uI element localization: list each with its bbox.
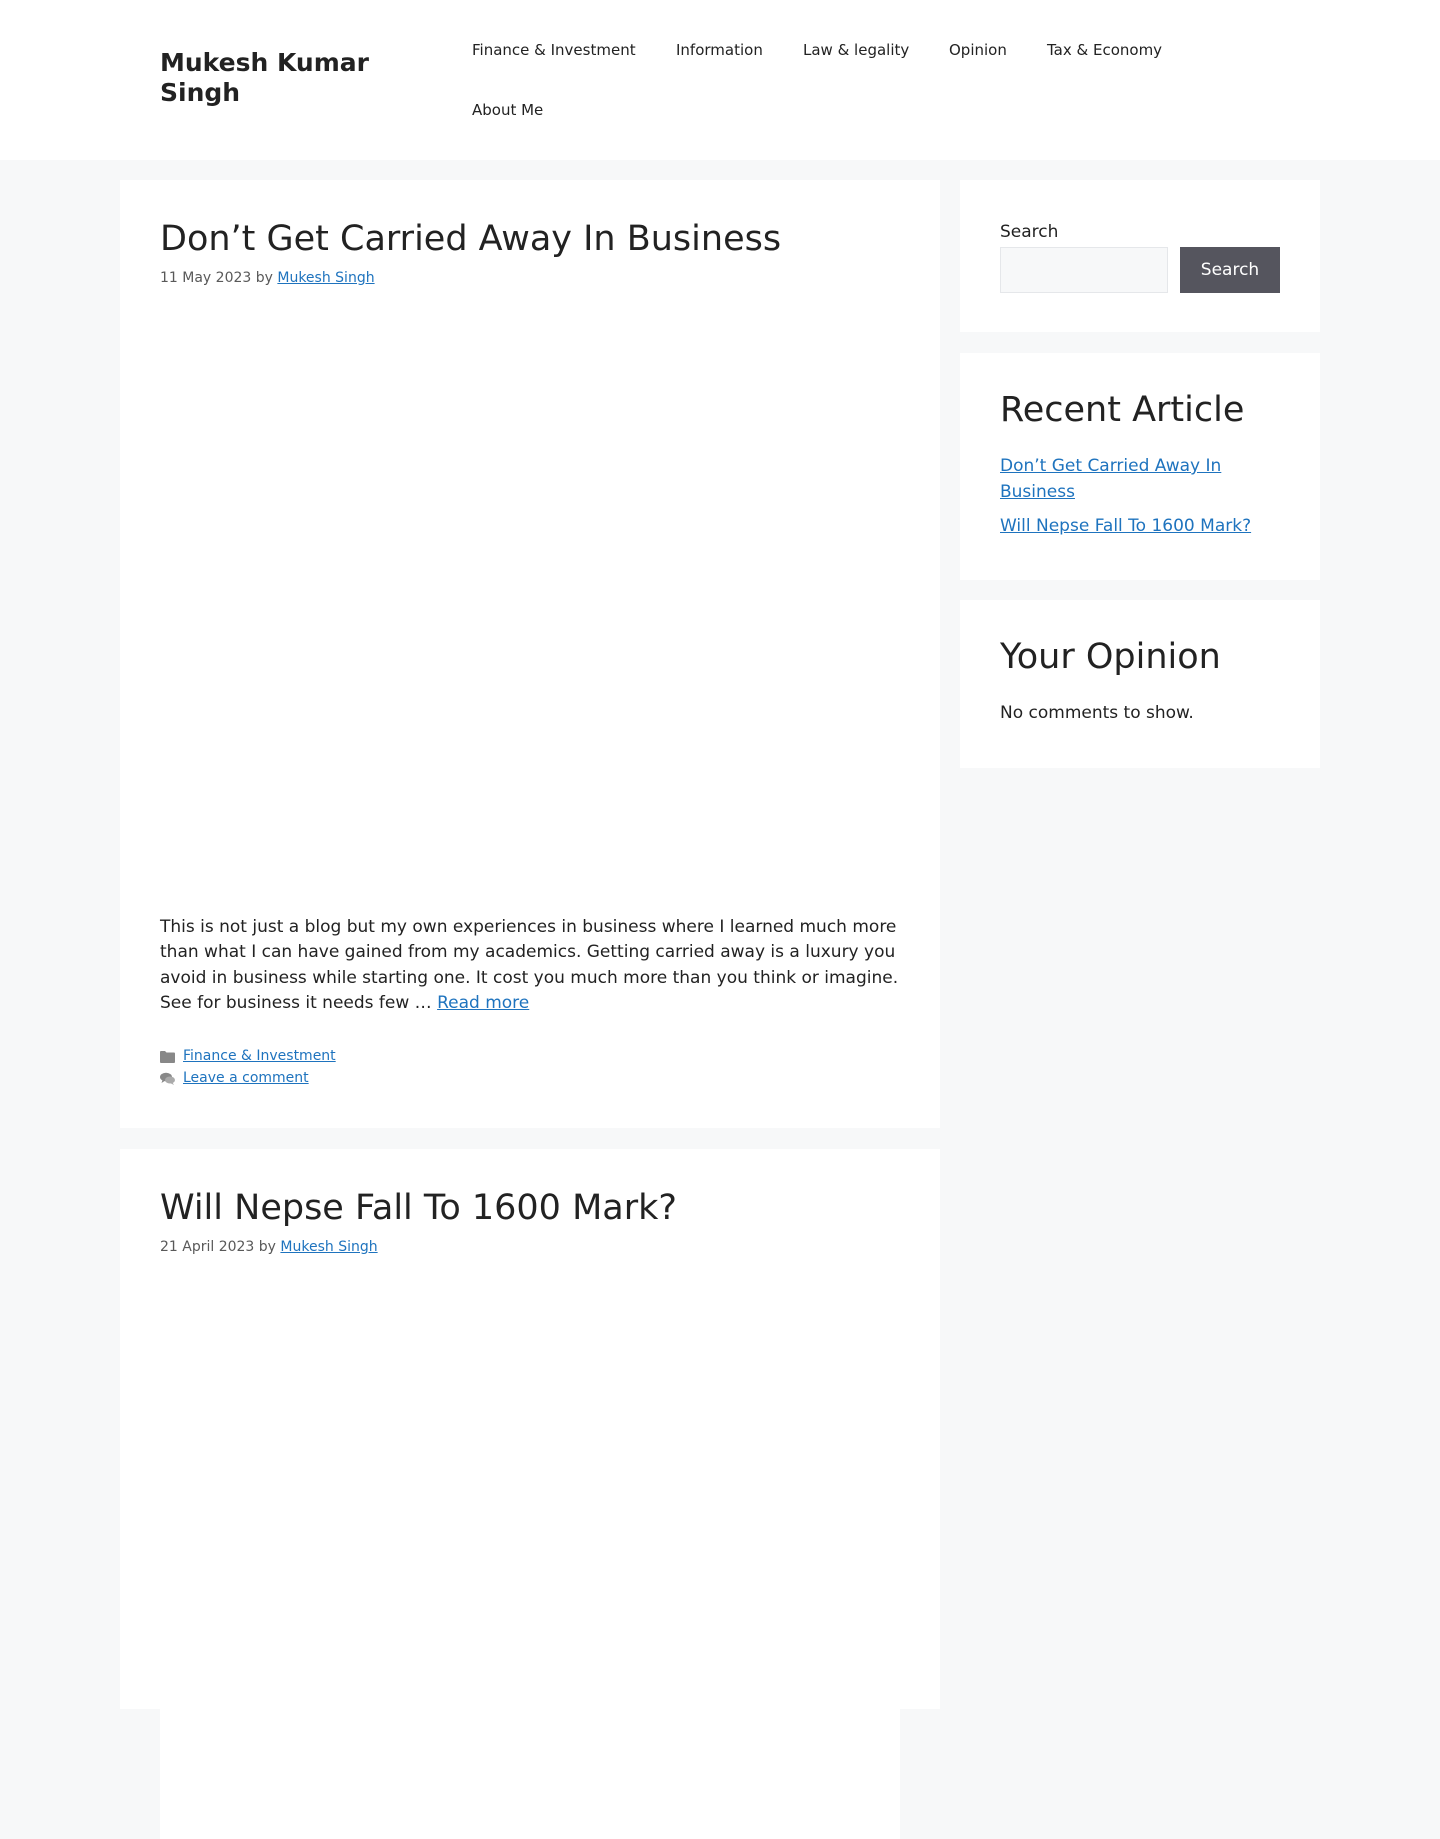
list-item: Don’t Get Carried Away In Business: [1000, 453, 1290, 505]
post-card: Don’t Get Carried Away In Business 11 Ma…: [120, 180, 940, 1128]
nav-item-tax-economy[interactable]: Tax & Economy: [1047, 40, 1162, 60]
post-meta: 21 April 2023 by Mukesh Singh: [160, 1237, 378, 1257]
nav-item-finance-investment[interactable]: Finance & Investment: [472, 40, 636, 60]
leave-comment-link[interactable]: Leave a comment: [183, 1067, 309, 1089]
your-opinion-title: Your Opinion: [1000, 637, 1221, 677]
nav-item-information[interactable]: Information: [676, 40, 763, 60]
post-category-link[interactable]: Finance & Investment: [183, 1045, 336, 1067]
nav-item-law-legality[interactable]: Law & legality: [803, 40, 909, 60]
post-title[interactable]: Will Nepse Fall To 1600 Mark?: [160, 1187, 900, 1229]
recent-articles-widget: Recent Article Don’t Get Carried Away In…: [960, 353, 1320, 580]
post-excerpt: This is not just a blog but my own exper…: [160, 915, 905, 1017]
comments-icon: [160, 1072, 175, 1085]
post-by-label: by: [258, 1239, 276, 1255]
post-date: 21 April 2023: [160, 1239, 255, 1255]
post-title-text[interactable]: Will Nepse Fall To 1600 Mark?: [160, 1188, 677, 1228]
nav-item-opinion[interactable]: Opinion: [949, 40, 1007, 60]
post-title-text[interactable]: Don’t Get Carried Away In Business: [160, 219, 781, 259]
post-meta: 11 May 2023 by Mukesh Singh: [160, 268, 375, 288]
search-label: Search: [1000, 222, 1059, 242]
recent-articles-list: Don’t Get Carried Away In Business Will …: [1000, 453, 1290, 547]
recent-articles-title: Recent Article: [1000, 390, 1245, 430]
site-header: Mukesh Kumar Singh Finance & Investment …: [0, 0, 1440, 160]
post-comments-line: Leave a comment: [160, 1067, 336, 1089]
search-input[interactable]: [1000, 247, 1168, 293]
post-by-label: by: [255, 270, 273, 286]
recent-article-link[interactable]: Will Nepse Fall To 1600 Mark?: [1000, 516, 1251, 536]
main-navigation: Finance & Investment Information Law & l…: [0, 0, 1440, 160]
recent-article-link[interactable]: Don’t Get Carried Away In Business: [1000, 456, 1221, 502]
search-button[interactable]: Search: [1180, 247, 1280, 293]
post-category-line: Finance & Investment: [160, 1045, 336, 1067]
search-widget: Search Search: [960, 180, 1320, 332]
list-item: Will Nepse Fall To 1600 Mark?: [1000, 513, 1290, 539]
your-opinion-widget: Your Opinion No comments to show.: [960, 600, 1320, 768]
featured-image-placeholder: [160, 1279, 900, 1839]
post-author-link[interactable]: Mukesh Singh: [277, 270, 374, 286]
no-comments-message: No comments to show.: [1000, 703, 1194, 723]
post-title[interactable]: Don’t Get Carried Away In Business: [160, 218, 900, 260]
nav-item-about-me[interactable]: About Me: [472, 100, 543, 120]
post-date: 11 May 2023: [160, 270, 252, 286]
post-card: Will Nepse Fall To 1600 Mark? 21 April 2…: [120, 1149, 940, 1839]
folder-icon: [160, 1050, 175, 1063]
read-more-link[interactable]: Read more: [437, 993, 529, 1013]
featured-image-placeholder: [160, 310, 900, 870]
post-author-link[interactable]: Mukesh Singh: [280, 1239, 377, 1255]
post-footer: Finance & Investment Leave a comment: [160, 1045, 336, 1089]
